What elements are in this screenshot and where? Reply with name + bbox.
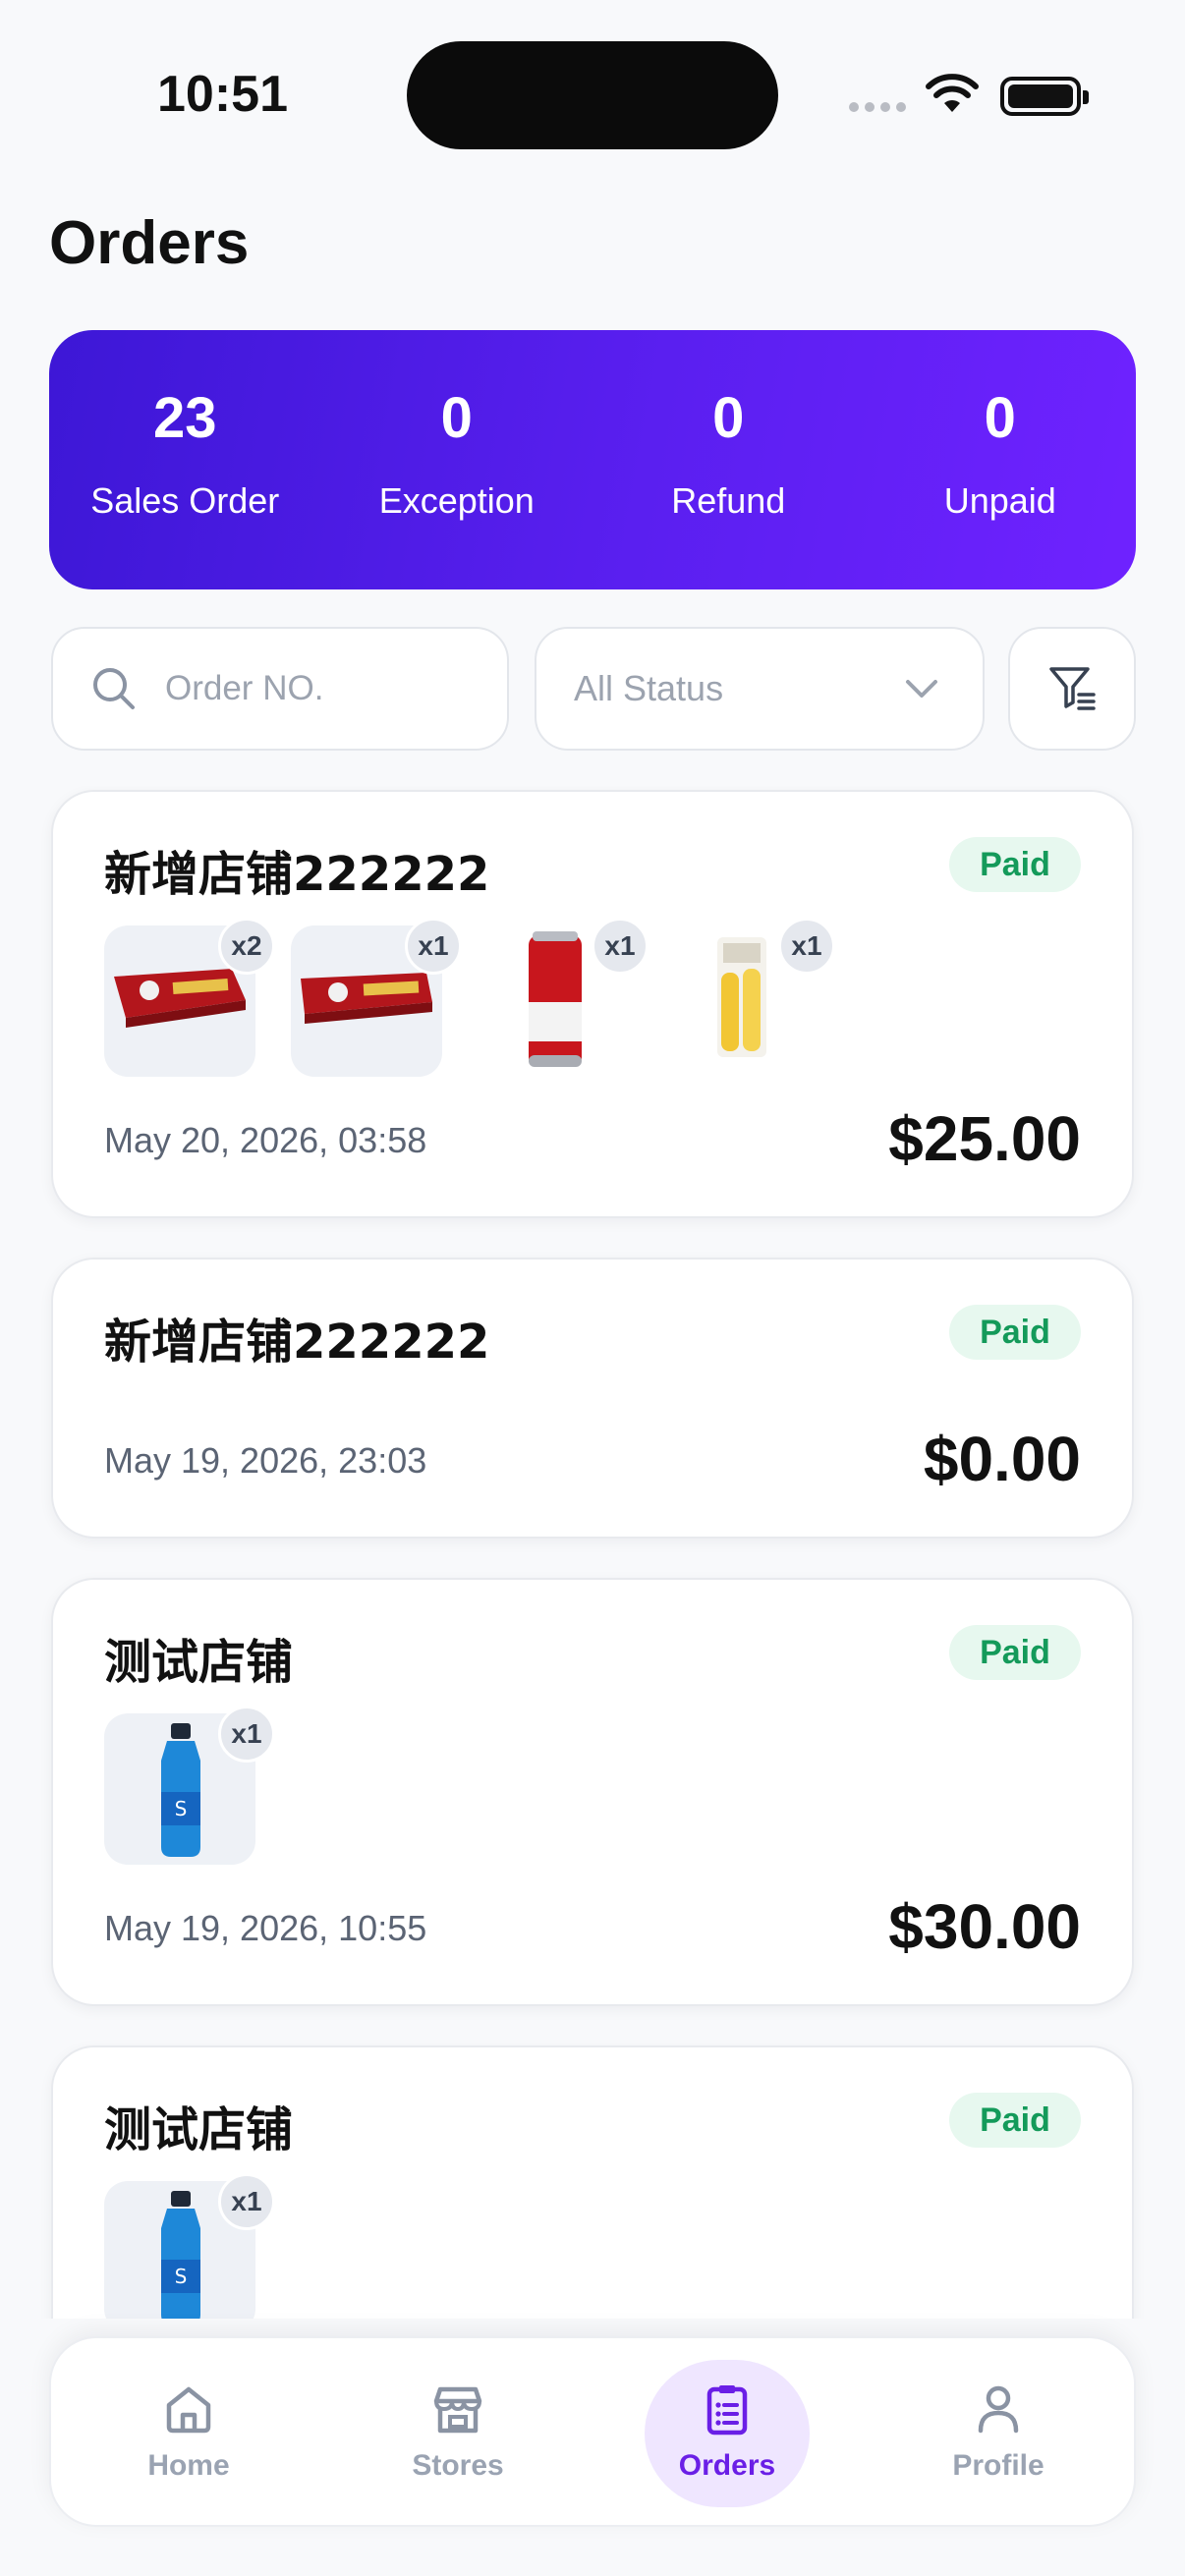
- order-card[interactable]: 测试店铺 Paid S x1 May 19, 2026, 10:55 $30.0…: [51, 1578, 1134, 2006]
- battery-icon: [1000, 77, 1089, 116]
- stat-unpaid[interactable]: 0 Unpaid: [865, 330, 1137, 589]
- chevron-down-icon: [906, 680, 937, 698]
- cellular-signal-icon: [849, 102, 906, 112]
- search-icon: [93, 668, 135, 709]
- nav-stores[interactable]: Stores: [375, 2360, 540, 2507]
- stat-label: Unpaid: [943, 480, 1056, 521]
- status-badge: Paid: [949, 2093, 1081, 2148]
- stat-value: 0: [984, 386, 1016, 450]
- nav-profile[interactable]: Profile: [916, 2360, 1081, 2507]
- item-quantity-badge: x1: [592, 918, 649, 975]
- status-badge: Paid: [949, 1305, 1081, 1360]
- svg-text:S: S: [175, 2265, 188, 2288]
- order-total: $25.00: [888, 1103, 1081, 1174]
- stat-value: 0: [712, 386, 745, 450]
- item-thumbnail[interactable]: S x1: [104, 2173, 275, 2319]
- order-items: S x1: [104, 1706, 275, 1865]
- status-badge: Paid: [949, 1625, 1081, 1680]
- bottom-nav: Home Stores Orders Profile: [49, 2336, 1136, 2527]
- order-card[interactable]: 新增店铺222222 Paid May 19, 2026, 23:03 $0.0…: [51, 1258, 1134, 1539]
- order-date: May 20, 2026, 03:58: [104, 1120, 427, 1160]
- nav-home[interactable]: Home: [106, 2360, 271, 2507]
- stat-label: Exception: [378, 480, 535, 521]
- filter-list-icon: [1049, 667, 1096, 710]
- home-icon: [166, 2386, 211, 2434]
- order-date: May 19, 2026, 10:55: [104, 1908, 427, 1948]
- status-dropdown-value: All Status: [574, 668, 724, 708]
- order-total: $30.00: [888, 1891, 1081, 1962]
- nav-label: Stores: [412, 2449, 504, 2482]
- store-icon: [433, 2386, 482, 2434]
- order-items: S x1: [104, 2173, 275, 2319]
- stat-sales-order[interactable]: 23 Sales Order: [49, 330, 321, 589]
- store-name: 新增店铺222222: [104, 1315, 490, 1370]
- store-name: 测试店铺: [104, 2102, 294, 2157]
- item-quantity-badge: x1: [405, 918, 462, 975]
- stat-exception[interactable]: 0 Exception: [321, 330, 593, 589]
- item-quantity-badge: x1: [218, 2173, 275, 2230]
- status-time: 10:51: [157, 66, 288, 123]
- item-thumbnail[interactable]: x2: [104, 918, 275, 1077]
- user-icon: [978, 2385, 1019, 2434]
- order-card[interactable]: 测试店铺 Paid S x1: [51, 2045, 1134, 2319]
- nav-label: Profile: [952, 2449, 1044, 2482]
- order-number-input[interactable]: [165, 669, 460, 708]
- item-quantity-badge: x2: [218, 918, 275, 975]
- stat-refund[interactable]: 0 Refund: [592, 330, 865, 589]
- item-thumbnail[interactable]: x1: [291, 918, 462, 1077]
- stat-value: 23: [152, 386, 217, 450]
- filter-button[interactable]: [1008, 627, 1136, 751]
- status-bar: 10:51: [0, 0, 1185, 187]
- stat-label: Refund: [671, 480, 786, 521]
- item-quantity-badge: x1: [778, 918, 835, 975]
- order-items: x2 x1 x1 x1: [104, 918, 835, 1077]
- svg-text:S: S: [175, 1797, 188, 1820]
- page-title: Orders: [49, 209, 250, 277]
- orders-list[interactable]: 新增店铺222222 Paid x2 x1 x1 x1 May 20, 2026…: [0, 786, 1185, 2319]
- stat-label: Sales Order: [90, 480, 280, 521]
- order-total: $0.00: [923, 1424, 1081, 1494]
- order-date: May 19, 2026, 23:03: [104, 1440, 427, 1481]
- search-box[interactable]: [51, 627, 509, 751]
- order-card[interactable]: 新增店铺222222 Paid x2 x1 x1 x1 May 20, 2026…: [51, 790, 1134, 1218]
- item-thumbnail[interactable]: x1: [664, 918, 835, 1077]
- stat-value: 0: [440, 386, 473, 450]
- status-dropdown[interactable]: All Status: [535, 627, 985, 751]
- item-thumbnail[interactable]: x1: [478, 918, 649, 1077]
- store-name: 新增店铺222222: [104, 847, 490, 902]
- status-badge: Paid: [949, 837, 1081, 892]
- dynamic-island: [407, 41, 778, 149]
- item-thumbnail[interactable]: S x1: [104, 1706, 275, 1865]
- store-name: 测试店铺: [104, 1635, 294, 1690]
- clipboard-list-icon: [706, 2385, 748, 2436]
- wifi-icon: [926, 74, 979, 112]
- nav-orders[interactable]: Orders: [645, 2360, 810, 2507]
- item-quantity-badge: x1: [218, 1706, 275, 1763]
- nav-label: Home: [147, 2449, 230, 2482]
- order-summary-card: 23 Sales Order 0 Exception 0 Refund 0 Un…: [49, 330, 1136, 589]
- nav-label: Orders: [678, 2449, 776, 2482]
